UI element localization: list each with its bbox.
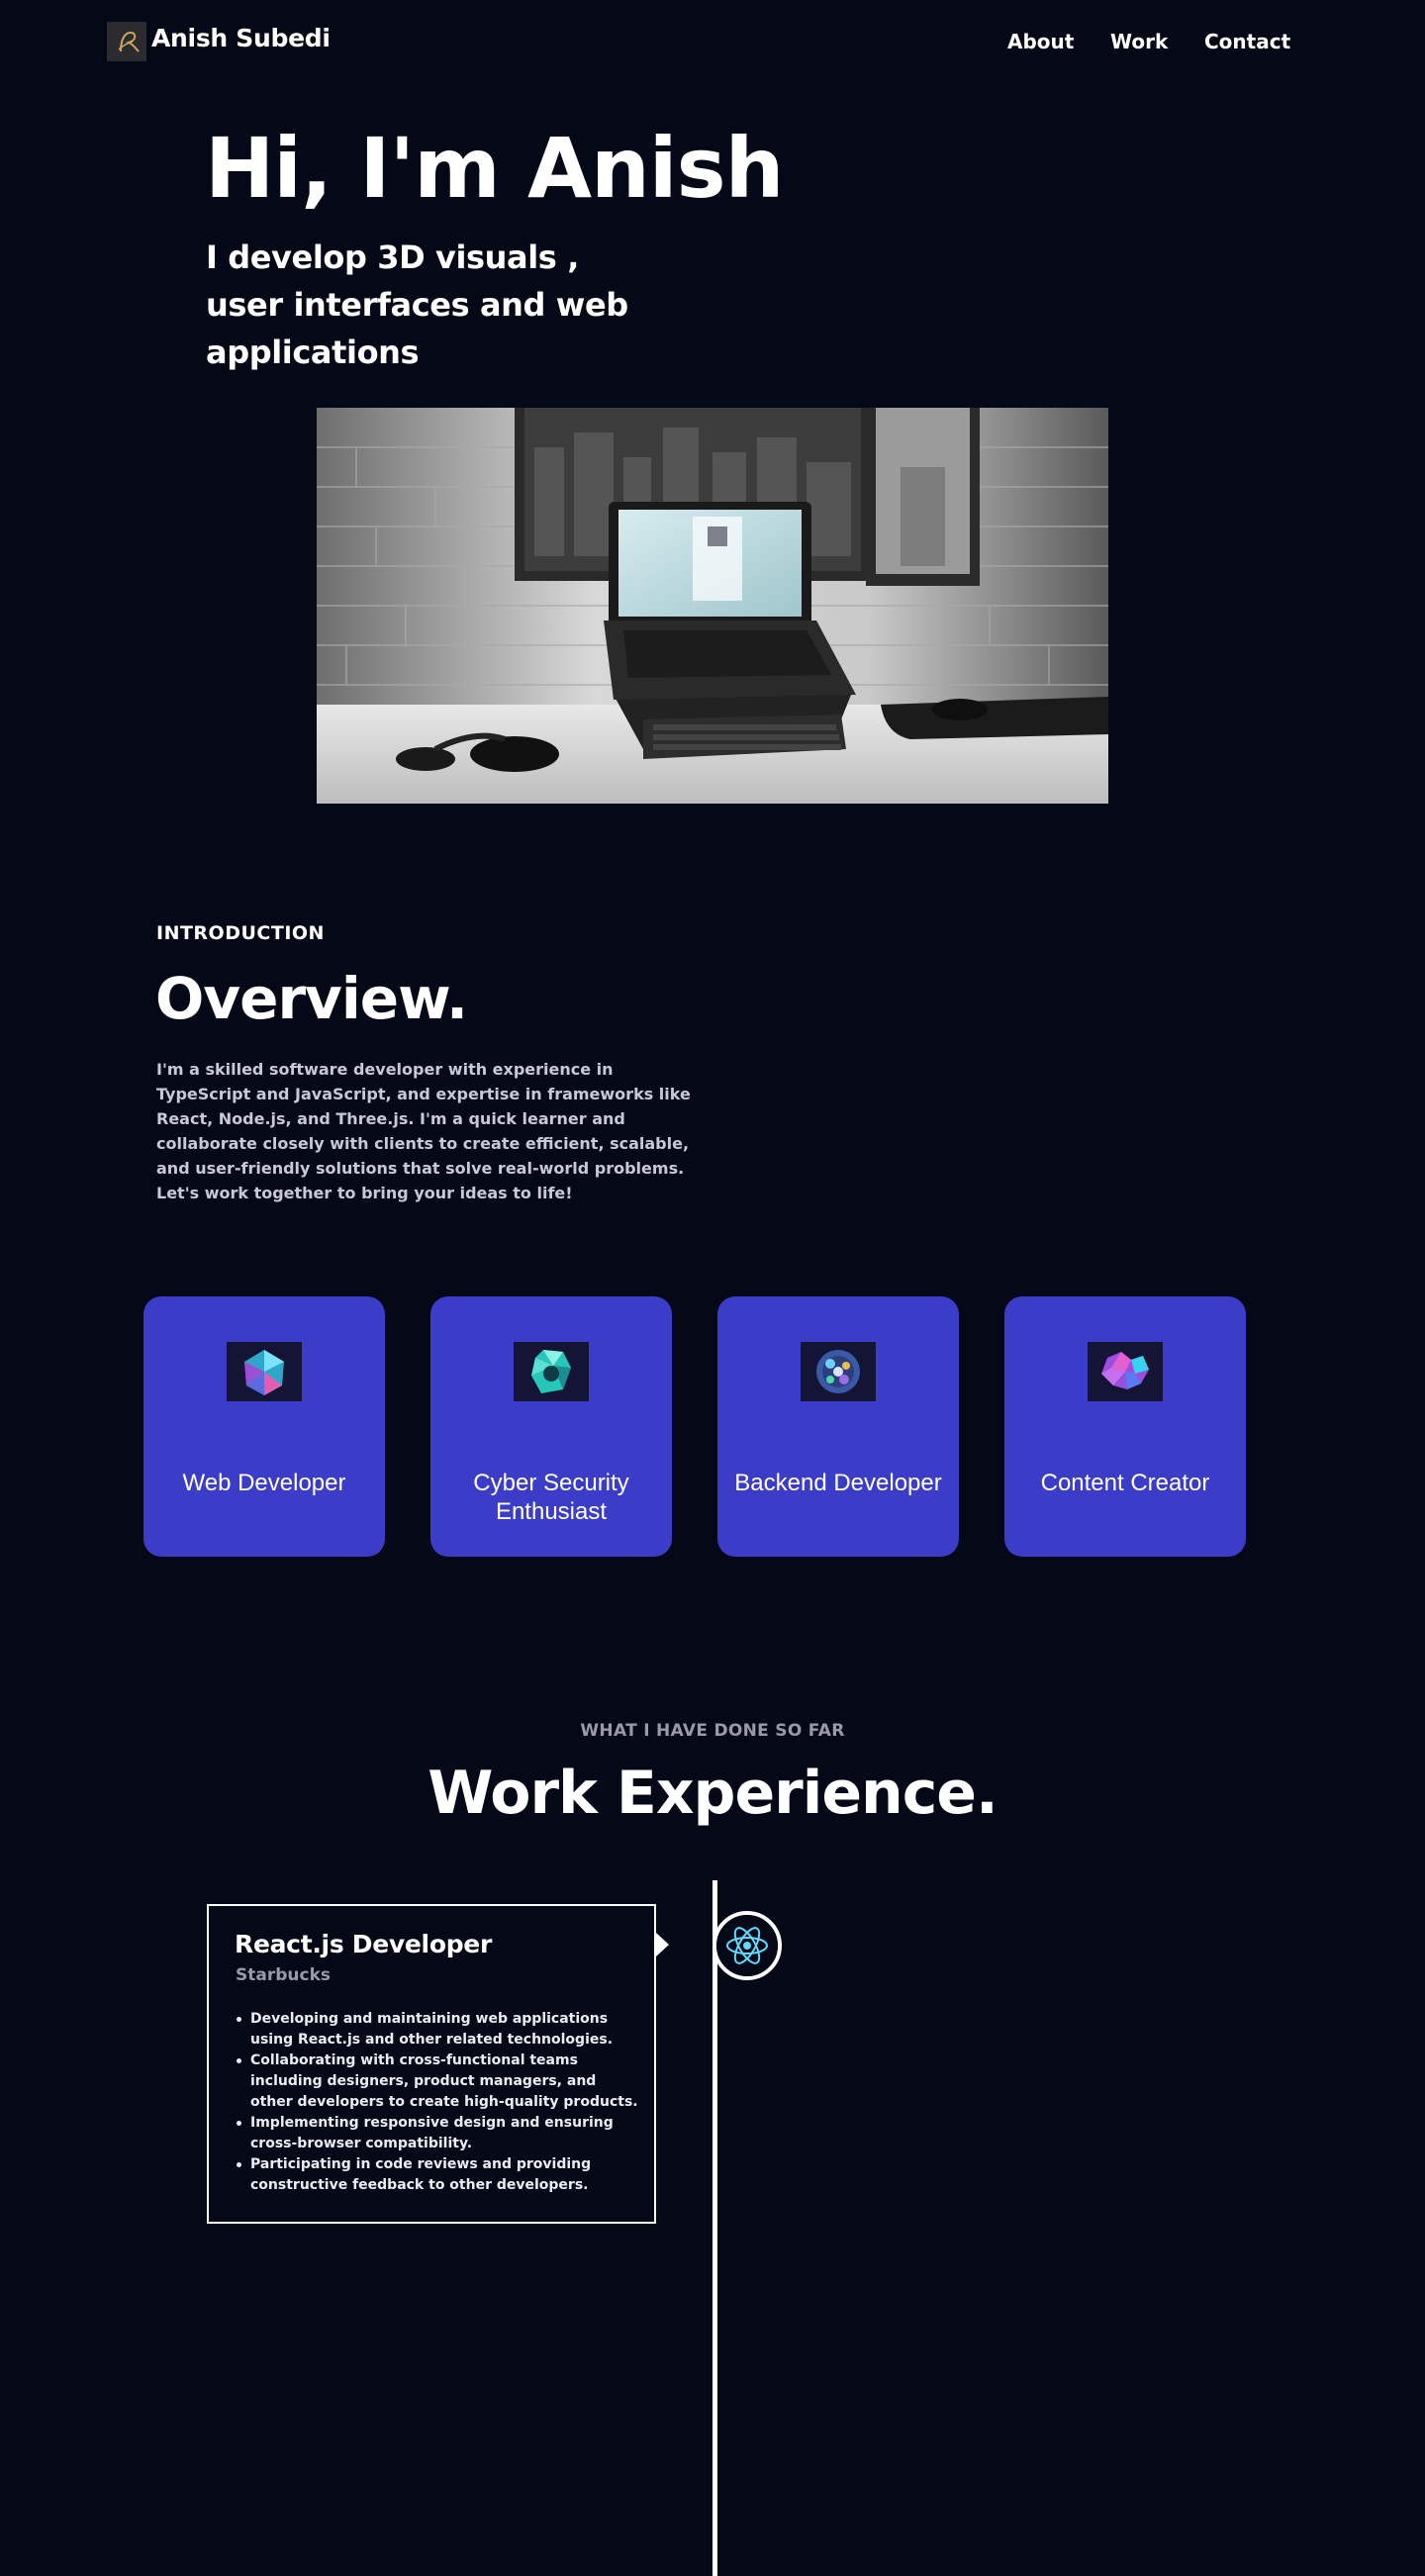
backend-developer-icon (801, 1342, 876, 1401)
service-card-content-creator[interactable]: Content Creator (1004, 1296, 1246, 1557)
timeline-line (712, 1880, 717, 2576)
web-developer-icon (227, 1342, 302, 1401)
experience-card-arrow (656, 1933, 669, 1956)
cyber-security-icon (514, 1342, 589, 1401)
hero-title: Hi, I'm Anish (205, 120, 784, 217)
hero-subtitle: I develop 3D visuals , user interfaces a… (206, 239, 628, 371)
service-card-backend-developer[interactable]: Backend Developer (717, 1296, 959, 1557)
service-card-label: Backend Developer (734, 1470, 942, 1496)
service-card-label: Web Developer (182, 1470, 346, 1496)
service-card-label: Content Creator (1040, 1470, 1210, 1496)
react-icon (712, 1911, 782, 1980)
experience-role: React.js Developer (235, 1930, 492, 1958)
overview-eyebrow: INTRODUCTION (156, 922, 325, 944)
experience-point: Developing and maintaining web applicati… (237, 2009, 642, 2051)
logo-icon[interactable] (107, 22, 146, 61)
nav-contact-link[interactable]: Contact (1204, 28, 1290, 55)
nav-work-link[interactable]: Work (1110, 28, 1168, 55)
experience-title: Work Experience. (428, 1759, 998, 1828)
experience-points: Developing and maintaining web applicati… (237, 2009, 642, 2196)
experience-eyebrow: WHAT I HAVE DONE SO FAR (580, 1721, 845, 1741)
brand-name[interactable]: Anish Subedi (151, 22, 331, 55)
top-navigation: Anish Subedi About Work Contact (0, 0, 1425, 83)
experience-card: React.js Developer Starbucks Developing … (207, 1904, 656, 2224)
overview-title: Overview. (155, 965, 468, 1032)
experience-point: Implementing responsive design and ensur… (237, 2113, 642, 2154)
experience-point: Collaborating with cross-functional team… (237, 2051, 642, 2113)
service-card-cyber-security[interactable]: Cyber Security Enthusiast (430, 1296, 672, 1557)
service-card-web-developer[interactable]: Web Developer (143, 1296, 385, 1557)
service-card-label: Cyber Security Enthusiast (473, 1470, 629, 1525)
content-creator-icon (1088, 1342, 1163, 1401)
overview-description: I'm a skilled software developer with ex… (156, 1060, 691, 1202)
nav-about-link[interactable]: About (1007, 28, 1074, 55)
experience-point: Participating in code reviews and provid… (237, 2154, 642, 2196)
desk-setup-image (317, 408, 1108, 804)
experience-company: Starbucks (236, 1965, 331, 1985)
